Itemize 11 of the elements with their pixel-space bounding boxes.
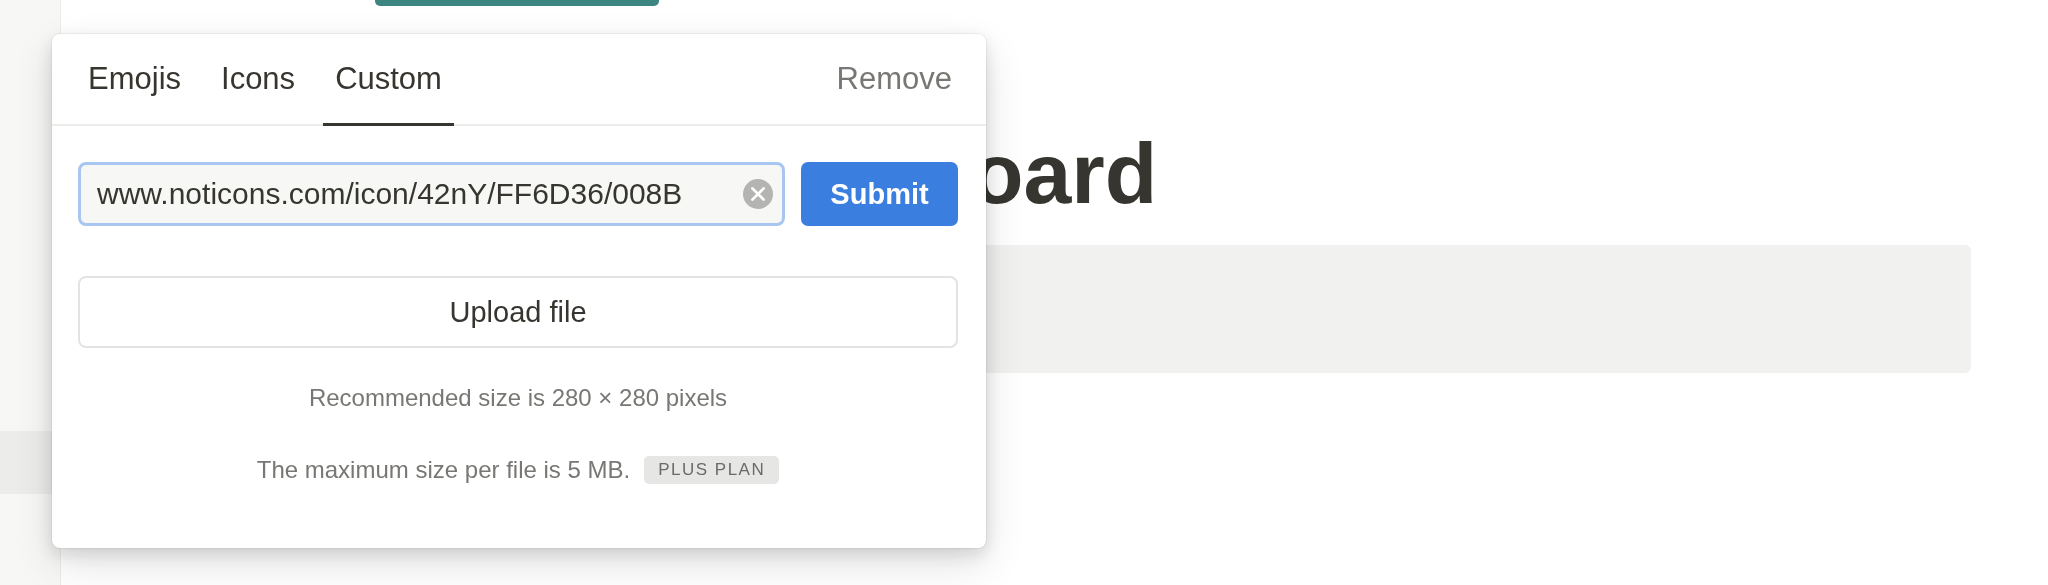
- clear-icon[interactable]: [743, 179, 773, 209]
- limit-note: The maximum size per file is 5 MB.: [256, 456, 631, 484]
- remove-button[interactable]: Remove: [836, 34, 952, 124]
- tab[interactable]: Custom: [323, 34, 454, 126]
- plan-badge: PLUS PLAN: [644, 456, 780, 484]
- tab[interactable]: Emojis: [76, 34, 193, 126]
- tab[interactable]: Icons: [209, 34, 308, 126]
- upload-file-button[interactable]: Upload file: [78, 276, 958, 348]
- size-note: Recommended size is 280 × 280 pixels: [307, 384, 729, 412]
- url-field[interactable]: www.noticons.com/icon/42nY/FF6D36/008B: [78, 162, 785, 226]
- submit-button[interactable]: Submit: [801, 162, 958, 226]
